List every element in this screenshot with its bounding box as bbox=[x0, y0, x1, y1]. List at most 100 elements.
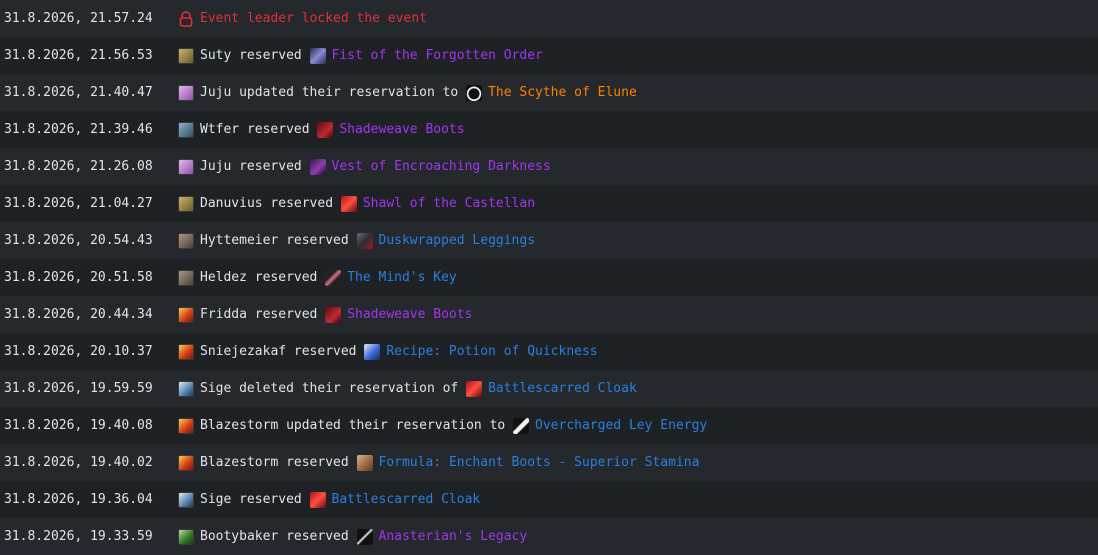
user-name[interactable]: Wtfer bbox=[200, 122, 239, 137]
log-row: 31.8.2026, 19.36.04 Sige reserved Battle… bbox=[0, 481, 1098, 518]
event-timestamp: 31.8.2026, 20.10.37 bbox=[4, 344, 153, 359]
item-link[interactable]: Shawl of the Castellan bbox=[363, 196, 535, 211]
class-icon-mage bbox=[178, 306, 194, 323]
event-timestamp: 31.8.2026, 21.04.27 bbox=[4, 196, 153, 211]
event-action: reserved bbox=[286, 233, 349, 248]
log-row: 31.8.2026, 21.56.53 Suty reserved Fist o… bbox=[0, 37, 1098, 74]
weapon-icon bbox=[309, 47, 326, 64]
event-action: reserved bbox=[293, 344, 357, 359]
item-link[interactable]: Formula: Enchant Boots - Superior Stamin… bbox=[379, 455, 700, 470]
user-name[interactable]: Blazestorm bbox=[200, 455, 278, 470]
event-action: updated their reservation to bbox=[286, 418, 506, 433]
user-name[interactable]: Danuvius bbox=[200, 196, 263, 211]
log-row: 31.8.2026, 21.40.47 Juju updated their r… bbox=[0, 74, 1098, 111]
event-timestamp: 31.8.2026, 19.59.59 bbox=[4, 381, 153, 396]
item-link[interactable]: Shadeweave Boots bbox=[339, 122, 464, 137]
item-link[interactable]: Battlescarred Cloak bbox=[332, 492, 481, 507]
boots-icon bbox=[317, 121, 334, 138]
log-row: 31.8.2026, 21.39.46 Wtfer reserved Shade… bbox=[0, 111, 1098, 148]
lock-icon bbox=[178, 10, 194, 27]
recipe-icon bbox=[364, 343, 381, 360]
log-row: 31.8.2026, 21.26.08 Juju reserved Vest o… bbox=[0, 148, 1098, 185]
class-icon-druid bbox=[178, 158, 194, 175]
item-link[interactable]: Recipe: Potion of Quickness bbox=[386, 344, 597, 359]
event-action: reserved bbox=[239, 159, 302, 174]
event-timestamp: 31.8.2026, 20.44.34 bbox=[4, 307, 153, 322]
event-action: reserved bbox=[239, 492, 302, 507]
sword-icon bbox=[356, 528, 373, 545]
event-action: reserved bbox=[286, 529, 349, 544]
log-row: 31.8.2026, 19.33.59 Bootybaker reserved … bbox=[0, 518, 1098, 555]
key-icon bbox=[325, 269, 342, 286]
event-action: reserved bbox=[286, 455, 349, 470]
lock-message: Event leader locked the event bbox=[200, 11, 427, 26]
class-icon-druid bbox=[178, 84, 194, 101]
user-name[interactable]: Juju bbox=[200, 159, 231, 174]
event-action: reserved bbox=[270, 196, 334, 211]
class-icon-warrior bbox=[178, 269, 194, 286]
class-icon-hunter bbox=[178, 528, 194, 545]
event-timestamp: 31.8.2026, 21.56.53 bbox=[4, 48, 153, 63]
item-link[interactable]: Overcharged Ley Energy bbox=[535, 418, 707, 433]
log-row: 31.8.2026, 20.51.58 Heldez reserved The … bbox=[0, 259, 1098, 296]
item-link[interactable]: Fist of the Forgotten Order bbox=[332, 48, 543, 63]
event-action: updated their reservation to bbox=[239, 85, 459, 100]
class-icon-paladin bbox=[178, 380, 194, 397]
cloak-icon bbox=[309, 491, 326, 508]
item-link[interactable]: Battlescarred Cloak bbox=[488, 381, 637, 396]
item-link[interactable]: Anasterian's Legacy bbox=[379, 529, 528, 544]
item-link[interactable]: Shadeweave Boots bbox=[347, 307, 472, 322]
leggings-icon bbox=[356, 232, 373, 249]
event-action: reserved bbox=[254, 270, 318, 285]
event-timestamp: 31.8.2026, 21.39.46 bbox=[4, 122, 153, 137]
event-action: reserved bbox=[246, 122, 310, 137]
event-action: deleted their reservation of bbox=[239, 381, 459, 396]
log-row: 31.8.2026, 20.10.37 Sniejezakaf reserved… bbox=[0, 333, 1098, 370]
user-name[interactable]: Blazestorm bbox=[200, 418, 278, 433]
item-link[interactable]: Duskwrapped Leggings bbox=[379, 233, 536, 248]
cloak-icon bbox=[340, 195, 357, 212]
vest-icon bbox=[309, 158, 326, 175]
user-name[interactable]: Sige bbox=[200, 492, 231, 507]
event-timestamp: 31.8.2026, 21.26.08 bbox=[4, 159, 153, 174]
class-icon-paladin bbox=[178, 491, 194, 508]
event-timestamp: 31.8.2026, 20.51.58 bbox=[4, 270, 153, 285]
log-row: 31.8.2026, 19.59.59 Sige deleted their r… bbox=[0, 370, 1098, 407]
user-name[interactable]: Juju bbox=[200, 85, 231, 100]
event-action: reserved bbox=[239, 48, 302, 63]
class-icon-rogue bbox=[178, 195, 194, 212]
user-name[interactable]: Hyttemeier bbox=[200, 233, 278, 248]
event-timestamp: 31.8.2026, 19.40.02 bbox=[4, 455, 153, 470]
event-timestamp: 31.8.2026, 19.36.04 bbox=[4, 492, 153, 507]
event-timestamp: 31.8.2026, 19.33.59 bbox=[4, 529, 153, 544]
event-timestamp: 31.8.2026, 19.40.08 bbox=[4, 418, 153, 433]
class-icon-mage bbox=[178, 417, 194, 434]
class-icon-rogue bbox=[178, 47, 194, 64]
event-timestamp: 31.8.2026, 20.54.43 bbox=[4, 233, 153, 248]
user-name[interactable]: Sniejezakaf bbox=[200, 344, 286, 359]
energy-icon bbox=[513, 417, 530, 434]
user-name[interactable]: Heldez bbox=[200, 270, 247, 285]
class-icon-warrior bbox=[178, 232, 194, 249]
user-name[interactable]: Suty bbox=[200, 48, 231, 63]
user-name[interactable]: Bootybaker bbox=[200, 529, 278, 544]
log-row: 31.8.2026, 19.40.08 Blazestorm updated t… bbox=[0, 407, 1098, 444]
item-link[interactable]: Vest of Encroaching Darkness bbox=[332, 159, 551, 174]
class-icon-mage bbox=[178, 343, 194, 360]
boots-icon bbox=[325, 306, 342, 323]
event-timestamp: 31.8.2026, 21.57.24 bbox=[4, 11, 153, 26]
event-action: reserved bbox=[254, 307, 318, 322]
log-row: 31.8.2026, 21.57.24 Event leader locked … bbox=[0, 0, 1098, 37]
scythe-icon bbox=[466, 84, 483, 101]
user-name[interactable]: Fridda bbox=[200, 307, 247, 322]
event-timestamp: 31.8.2026, 21.40.47 bbox=[4, 85, 153, 100]
class-icon-shaman bbox=[178, 121, 194, 138]
user-name[interactable]: Sige bbox=[200, 381, 231, 396]
class-icon-mage bbox=[178, 454, 194, 471]
log-row: 31.8.2026, 20.44.34 Fridda reserved Shad… bbox=[0, 296, 1098, 333]
item-link[interactable]: The Scythe of Elune bbox=[488, 85, 637, 100]
reservation-log: 31.8.2026, 21.57.24 Event leader locked … bbox=[0, 0, 1098, 555]
cloak-icon bbox=[466, 380, 483, 397]
log-row: 31.8.2026, 20.54.43 Hyttemeier reserved … bbox=[0, 222, 1098, 259]
item-link[interactable]: The Mind's Key bbox=[347, 270, 457, 285]
